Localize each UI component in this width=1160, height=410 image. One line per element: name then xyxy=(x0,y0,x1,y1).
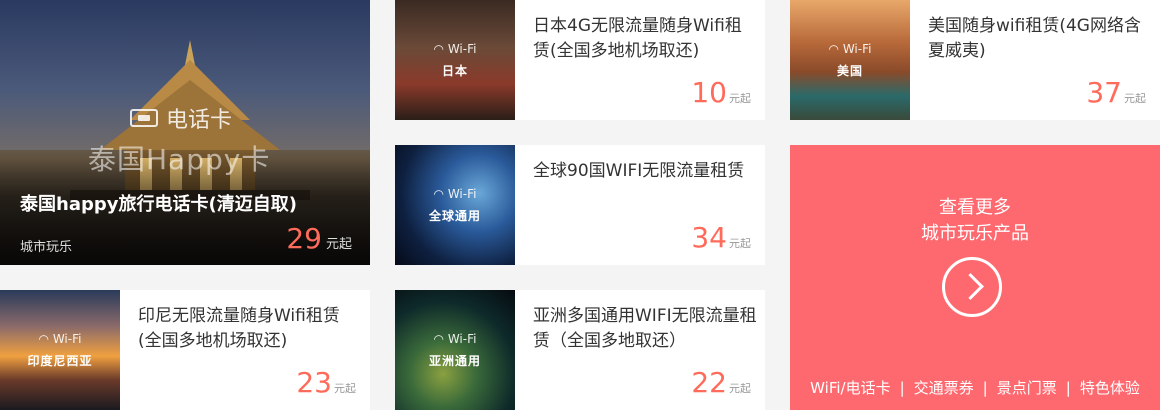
view-more-line1: 查看更多 xyxy=(939,197,1011,218)
price-value: 10 xyxy=(691,76,727,109)
featured-price-unit: 元起 xyxy=(325,237,352,252)
wifi-label: Wi-Fi xyxy=(447,187,477,201)
sim-card-icon xyxy=(130,109,158,127)
thumbnail-overlay: ◠ Wi-Fi 全球通用 xyxy=(395,187,515,224)
price-unit: 元起 xyxy=(729,237,751,250)
price-value: 37 xyxy=(1086,76,1122,109)
wifi-label: Wi-Fi xyxy=(52,332,82,346)
link-wifi-phone-card[interactable]: WiFi/电话卡 xyxy=(810,379,890,397)
thumbnail-region: 日本 xyxy=(441,64,468,78)
product-thumbnail: ◠ Wi-Fi 印度尼西亚 xyxy=(0,290,120,410)
wifi-label: Wi-Fi xyxy=(447,42,477,56)
product-price: 23 元起 xyxy=(296,366,356,399)
price-value: 34 xyxy=(691,221,727,254)
featured-price: 29 元起 xyxy=(286,222,352,255)
price-unit: 元起 xyxy=(1124,92,1146,105)
thumbnail-region: 印度尼西亚 xyxy=(27,354,93,368)
wifi-icon: ◠ xyxy=(433,187,448,201)
product-thumbnail: ◠ Wi-Fi 亚洲通用 xyxy=(395,290,515,410)
product-price: 37 元起 xyxy=(1086,76,1146,109)
view-more-panel[interactable]: 查看更多 城市玩乐产品 WiFi/电话卡 | 交通票券 | 景点门票 | 特色体验 xyxy=(790,145,1160,410)
wifi-icon: ◠ xyxy=(433,332,448,346)
product-title: 日本4G无限流量随身Wifi租赁(全国多地机场取还) xyxy=(533,16,742,61)
product-card[interactable]: ◠ Wi-Fi 美国 美国随身wifi租赁(4G网络含夏威夷) 37 元起 xyxy=(790,0,1160,120)
product-price: 10 元起 xyxy=(691,76,751,109)
product-price: 22 元起 xyxy=(691,366,751,399)
link-special-experiences[interactable]: 特色体验 xyxy=(1080,379,1140,397)
thumbnail-overlay: ◠ Wi-Fi 亚洲通用 xyxy=(395,332,515,369)
featured-title: 泰国happy旅行电话卡(清迈自取) xyxy=(20,194,297,215)
link-transport-tickets[interactable]: 交通票券 xyxy=(914,379,974,397)
phone-card-label: 电话卡 xyxy=(166,108,233,133)
product-card[interactable]: ◠ Wi-Fi 日本 日本4G无限流量随身Wifi租赁(全国多地机场取还) 10… xyxy=(395,0,765,120)
thumbnail-region: 亚洲通用 xyxy=(428,354,481,368)
product-price: 34 元起 xyxy=(691,221,751,254)
product-card[interactable]: ◠ Wi-Fi 亚洲通用 亚洲多国通用WIFI无限流量租赁（全国多地取还） 22… xyxy=(395,290,765,410)
view-more-line2: 城市玩乐产品 xyxy=(921,223,1029,244)
featured-category-tag: 城市玩乐 xyxy=(20,240,73,255)
price-unit: 元起 xyxy=(729,382,751,395)
price-unit: 元起 xyxy=(334,382,356,395)
price-value: 22 xyxy=(691,366,727,399)
category-links: WiFi/电话卡 | 交通票券 | 景点门票 | 特色体验 xyxy=(790,377,1160,398)
product-card[interactable]: ◠ Wi-Fi 印度尼西亚 印尼无限流量随身Wifi租赁(全国多地机场取还) 2… xyxy=(0,290,370,410)
thumbnail-overlay: ◠ Wi-Fi 美国 xyxy=(790,42,910,79)
link-separator: | xyxy=(899,379,905,397)
product-title: 全球90国WIFI无限流量租赁 xyxy=(533,161,745,181)
wifi-icon: ◠ xyxy=(433,42,448,56)
featured-price-value: 29 xyxy=(286,222,322,255)
product-card[interactable]: ◠ Wi-Fi 全球通用 全球90国WIFI无限流量租赁 34 元起 xyxy=(395,145,765,265)
wifi-label: Wi-Fi xyxy=(842,42,872,56)
thumbnail-overlay: ◠ Wi-Fi 日本 xyxy=(395,42,515,79)
product-thumbnail: ◠ Wi-Fi 日本 xyxy=(395,0,515,120)
product-thumbnail: ◠ Wi-Fi 美国 xyxy=(790,0,910,120)
price-value: 23 xyxy=(296,366,332,399)
chevron-right-icon[interactable] xyxy=(942,257,1002,317)
wifi-icon: ◠ xyxy=(38,332,53,346)
featured-product-card[interactable]: 电话卡 泰国Happy卡 泰国happy旅行电话卡(清迈自取) 城市玩乐 29 元… xyxy=(0,0,370,265)
link-separator: | xyxy=(982,379,988,397)
thumbnail-region: 全球通用 xyxy=(428,209,481,223)
thumbnail-overlay: ◠ Wi-Fi 印度尼西亚 xyxy=(0,332,120,369)
phone-card-badge: 电话卡 xyxy=(130,102,232,134)
product-title: 美国随身wifi租赁(4G网络含夏威夷) xyxy=(928,16,1141,61)
product-title: 印尼无限流量随身Wifi租赁(全国多地机场取还) xyxy=(138,306,340,351)
thumbnail-region: 美国 xyxy=(836,64,863,78)
wifi-label: Wi-Fi xyxy=(447,332,477,346)
product-title: 亚洲多国通用WIFI无限流量租赁（全国多地取还） xyxy=(533,306,757,351)
price-unit: 元起 xyxy=(729,92,751,105)
featured-watermark: 泰国Happy卡 xyxy=(88,143,271,176)
link-attraction-tickets[interactable]: 景点门票 xyxy=(997,379,1057,397)
link-separator: | xyxy=(1065,379,1071,397)
wifi-icon: ◠ xyxy=(828,42,843,56)
product-thumbnail: ◠ Wi-Fi 全球通用 xyxy=(395,145,515,265)
